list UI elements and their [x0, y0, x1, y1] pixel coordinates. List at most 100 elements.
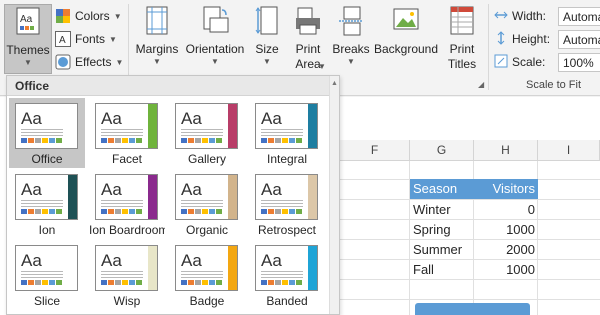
theme-thumbnail: Aa	[95, 103, 158, 149]
width-select[interactable]: Automatic	[558, 6, 600, 26]
theme-thumbnail: Aa	[255, 245, 318, 291]
printer-icon	[294, 6, 322, 36]
background-button[interactable]: Background	[372, 6, 440, 57]
ribbon-separator	[488, 4, 489, 90]
table-cell-season[interactable]: Fall	[410, 260, 474, 280]
scroll-up-icon[interactable]: ▲	[331, 80, 338, 87]
background-icon	[392, 6, 420, 36]
theme-tile[interactable]: Aa Office	[9, 98, 85, 168]
table-header-visitors[interactable]: Visitors	[474, 179, 538, 199]
chevron-down-icon: ▼	[263, 57, 271, 66]
size-label: Size	[255, 42, 279, 56]
theme-tile[interactable]: Aa Badge	[169, 240, 245, 310]
chevron-down-icon: ▼	[211, 57, 219, 66]
orientation-label: Orientation	[185, 42, 245, 56]
theme-name: Slice	[33, 294, 60, 308]
table-cell-visitors[interactable]: 2000	[474, 240, 538, 260]
chevron-down-icon: ▼	[115, 57, 124, 67]
scale-label: Scale:	[512, 55, 546, 69]
chevron-down-icon: ▼	[109, 34, 117, 44]
effects-button[interactable]: Effects ▼	[55, 52, 123, 72]
theme-name: Banded	[266, 294, 308, 308]
themes-label: Themes	[6, 43, 50, 57]
size-icon	[255, 6, 279, 36]
table-cell-visitors[interactable]: 1000	[474, 260, 538, 280]
theme-tile[interactable]: Aa Ion Boardroom	[89, 169, 165, 239]
colors-icon	[55, 8, 71, 24]
height-label: Height:	[512, 32, 551, 46]
breaks-button[interactable]: Breaks ▼	[332, 6, 370, 66]
gallery-scrollbar[interactable]: ▲	[329, 76, 339, 314]
print-titles-label-1: Print	[449, 42, 475, 56]
theme-name: Ion	[38, 223, 56, 237]
svg-text:A: A	[59, 35, 66, 46]
column-header-f[interactable]: F	[340, 140, 410, 161]
theme-name: Wisp	[113, 294, 141, 308]
theme-name: Badge	[189, 294, 225, 308]
theme-tile[interactable]: Aa Ion	[9, 169, 85, 239]
dialog-launcher-icon[interactable]: ◢	[478, 80, 484, 89]
column-header-g[interactable]: G	[410, 140, 474, 161]
effects-label: Effects	[75, 55, 112, 69]
background-label: Background	[373, 42, 439, 56]
margins-label: Margins	[135, 42, 179, 56]
theme-thumbnail: Aa	[15, 103, 78, 149]
scale-input[interactable]: 100%	[558, 52, 600, 72]
scale-icon	[494, 54, 508, 71]
effects-icon	[55, 54, 71, 70]
table-cell-season[interactable]: Summer	[410, 240, 474, 260]
chevron-down-icon: ▼	[318, 62, 326, 71]
print-titles-label-2: Titles	[447, 57, 477, 71]
margins-icon	[145, 6, 169, 36]
fonts-icon: A	[55, 31, 71, 47]
table-cell-visitors[interactable]: 1000	[474, 220, 538, 240]
height-select[interactable]: Automatic	[558, 29, 600, 49]
colors-label: Colors	[75, 9, 110, 23]
height-row: Height: Automatic	[494, 29, 600, 49]
theme-name: Organic	[185, 223, 229, 237]
theme-tile[interactable]: Aa Gallery	[169, 98, 245, 168]
table-cell-season[interactable]: Winter	[410, 200, 474, 220]
theme-tile[interactable]: Aa Banded	[249, 240, 325, 310]
print-titles-icon	[449, 6, 475, 36]
theme-tile[interactable]: Aa Facet	[89, 98, 165, 168]
themes-button[interactable]: Aa Themes ▼	[4, 4, 52, 74]
theme-thumbnail: Aa	[95, 174, 158, 220]
column-header-h[interactable]: H	[474, 140, 538, 161]
chevron-down-icon: ▼	[24, 58, 32, 67]
theme-tile[interactable]: Aa Retrospect	[249, 169, 325, 239]
theme-tile[interactable]: Aa Wisp	[89, 240, 165, 310]
colors-button[interactable]: Colors ▼	[55, 6, 122, 26]
width-icon	[494, 8, 508, 25]
theme-thumbnail: Aa	[95, 245, 158, 291]
chevron-down-icon: ▼	[347, 57, 355, 66]
size-button[interactable]: Size ▼	[250, 6, 284, 66]
margins-button[interactable]: Margins ▼	[132, 6, 182, 66]
scale-to-fit-group-label: Scale to Fit	[526, 79, 582, 91]
table-header-season[interactable]: Season	[410, 179, 474, 199]
theme-thumbnail: Aa	[255, 174, 318, 220]
orientation-button[interactable]: Orientation ▼	[183, 6, 247, 66]
table-cell-season[interactable]: Spring	[410, 220, 474, 240]
chart-object[interactable]	[415, 303, 530, 315]
gallery-section-label: Office	[7, 76, 339, 96]
theme-name: Gallery	[187, 152, 226, 166]
scale-row: Scale: 100%	[494, 52, 600, 72]
width-label: Width:	[512, 9, 547, 23]
chevron-down-icon: ▼	[113, 11, 122, 21]
column-header-i[interactable]: I	[538, 140, 600, 161]
print-titles-button[interactable]: Print Titles	[444, 6, 480, 72]
width-row: Width: Automatic	[494, 6, 600, 26]
fonts-button[interactable]: A Fonts ▼	[55, 29, 117, 49]
breaks-label: Breaks	[332, 42, 370, 56]
themes-icon: Aa	[16, 7, 40, 35]
theme-tile[interactable]: Aa Organic	[169, 169, 245, 239]
theme-thumbnail: Aa	[15, 245, 78, 291]
height-icon	[494, 30, 508, 48]
orientation-icon	[200, 6, 230, 36]
theme-name: Integral	[266, 152, 308, 166]
theme-tile[interactable]: Aa Slice	[9, 240, 85, 310]
theme-tile[interactable]: Aa Integral	[249, 98, 325, 168]
table-cell-visitors[interactable]: 0	[474, 200, 538, 220]
theme-thumbnail: Aa	[255, 103, 318, 149]
